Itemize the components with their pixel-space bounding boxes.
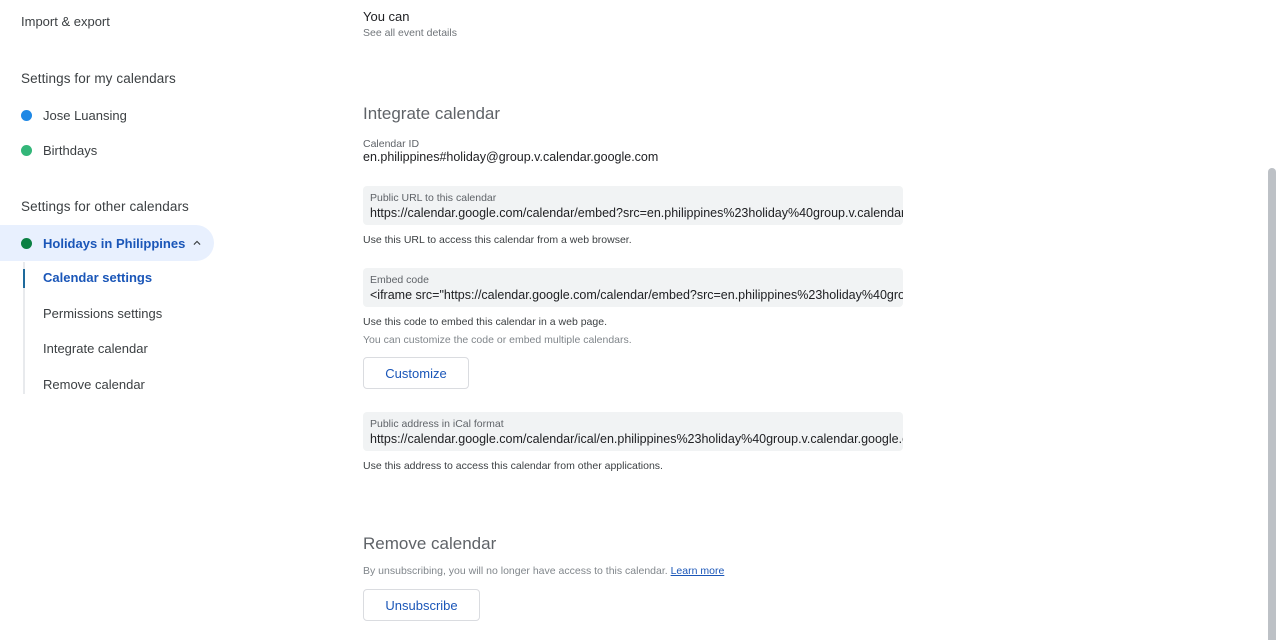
- sidebar-calendar-holidays-in-philippines[interactable]: Holidays in Philippines: [0, 225, 214, 261]
- ical-address-label: Public address in iCal format: [370, 418, 504, 430]
- subnav-active-indicator: [23, 269, 25, 288]
- calendar-id-value[interactable]: en.philippines#holiday@group.v.calendar.…: [363, 150, 658, 164]
- chevron-up-icon[interactable]: [190, 236, 204, 250]
- calendar-color-dot: [21, 109, 32, 121]
- calendar-label: Holidays in Philippines: [43, 235, 186, 251]
- ical-address-field[interactable]: Public address in iCal format https://ca…: [363, 412, 903, 451]
- subnav-remove-calendar[interactable]: Remove calendar: [43, 377, 145, 392]
- subnav-integrate-calendar[interactable]: Integrate calendar: [43, 341, 148, 356]
- embed-code-value[interactable]: <iframe src="https://calendar.google.com…: [370, 288, 903, 302]
- calendar-id-label: Calendar ID: [363, 138, 420, 150]
- settings-sidebar: Import & export Settings for my calendar…: [0, 0, 240, 640]
- my-calendars-heading: Settings for my calendars: [21, 71, 176, 86]
- remove-calendar-description: By unsubscribing, you will no longer hav…: [363, 565, 724, 577]
- ical-address-helper: Use this address to access this calendar…: [363, 460, 663, 472]
- embed-code-helper-secondary: You can customize the code or embed mult…: [363, 334, 632, 346]
- public-url-label: Public URL to this calendar: [370, 192, 497, 204]
- sidebar-import-export[interactable]: Import & export: [21, 14, 110, 29]
- embed-code-label: Embed code: [370, 274, 429, 286]
- page-scrollbar[interactable]: [1264, 0, 1280, 640]
- customize-button[interactable]: Customize: [363, 357, 469, 389]
- public-url-value[interactable]: https://calendar.google.com/calendar/emb…: [370, 206, 903, 220]
- calendar-label: Jose Luansing: [43, 107, 127, 123]
- permission-level: See all event details: [363, 27, 457, 39]
- remove-calendar-title: Remove calendar: [363, 534, 497, 553]
- remove-description-text: By unsubscribing, you will no longer hav…: [363, 565, 671, 577]
- subnav-permissions-settings[interactable]: Permissions settings: [43, 306, 162, 321]
- sidebar-calendar-birthdays[interactable]: Birthdays: [0, 132, 97, 168]
- ical-address-value[interactable]: https://calendar.google.com/calendar/ica…: [370, 432, 903, 446]
- embed-code-helper: Use this code to embed this calendar in …: [363, 316, 607, 328]
- calendar-color-dot: [21, 144, 32, 156]
- calendar-color-dot: [21, 237, 32, 249]
- scrollbar-thumb[interactable]: [1268, 168, 1276, 640]
- public-url-field[interactable]: Public URL to this calendar https://cale…: [363, 186, 903, 225]
- embed-code-field[interactable]: Embed code <iframe src="https://calendar…: [363, 268, 903, 307]
- public-url-helper: Use this URL to access this calendar fro…: [363, 234, 632, 246]
- permission-heading: You can: [363, 9, 410, 24]
- other-calendars-heading: Settings for other calendars: [21, 199, 189, 214]
- calendar-label: Birthdays: [43, 142, 98, 158]
- learn-more-link[interactable]: Learn more: [671, 565, 725, 577]
- unsubscribe-button[interactable]: Unsubscribe: [363, 589, 480, 621]
- subnav-calendar-settings[interactable]: Calendar settings: [43, 270, 152, 285]
- sidebar-calendar-jose-luansing[interactable]: Jose Luansing: [0, 97, 127, 133]
- integrate-calendar-title: Integrate calendar: [363, 104, 501, 123]
